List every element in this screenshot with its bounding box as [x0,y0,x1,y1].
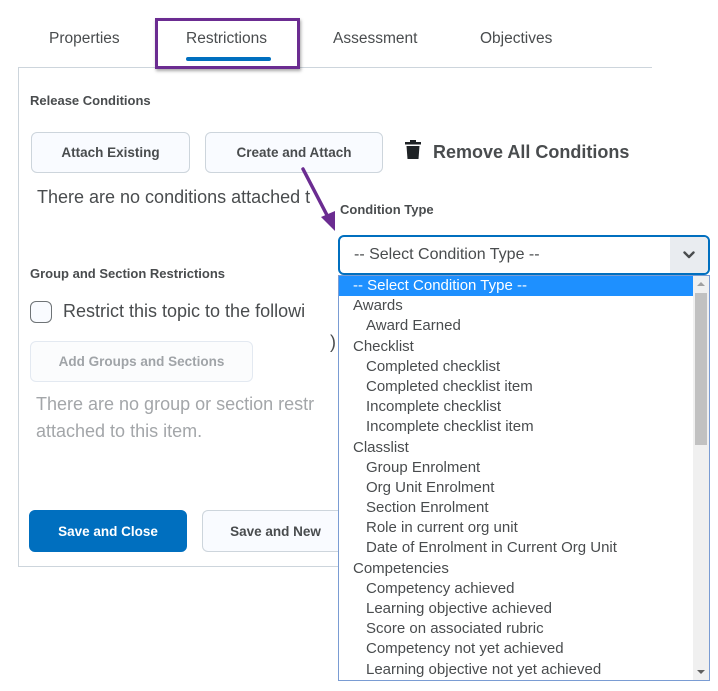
dropdown-option[interactable]: Competency not yet achieved [339,639,709,659]
no-group-restrictions-message-line1: There are no group or section restr [36,394,315,414]
dropdown-option[interactable]: Completed checklist [339,357,709,377]
no-conditions-message: There are no conditions attached t [37,187,311,207]
dropdown-option[interactable]: Role in current org unit [339,518,709,538]
attach-existing-button[interactable]: Attach Existing [31,132,190,173]
dropdown-option[interactable]: Date of Enrolment in Current Org Unit [339,538,709,558]
listbox-scrollbar[interactable] [693,276,709,680]
add-groups-and-sections-button[interactable]: Add Groups and Sections [30,341,253,382]
option-group-label: Classlist [353,438,409,456]
restrict-topic-checkbox[interactable] [30,301,52,323]
tab-objectives[interactable]: Objectives [480,30,552,48]
release-conditions-heading: Release Conditions [30,93,151,108]
remove-all-conditions-label: Remove All Conditions [433,141,630,162]
condition-type-options: -- Select Condition Type -- Awards Award E… [339,276,709,680]
scroll-down-arrow-icon[interactable] [697,670,705,674]
dropdown-option[interactable]: Org Unit Enrolment [339,478,709,498]
save-and-close-button[interactable]: Save and Close [29,510,187,552]
remove-all-conditions-button[interactable]: Remove All Conditions [405,140,629,164]
restrict-topic-label: Restrict this topic to the followi [63,301,306,321]
option-group-label: Awards [353,297,403,315]
scrollbar-thumb[interactable] [695,293,707,445]
trash-icon [405,140,421,164]
tab-properties[interactable]: Properties [49,30,120,48]
dropdown-option[interactable]: Completed checklist item [339,377,709,397]
dropdown-option[interactable]: Score on associated rubric [339,619,709,639]
condition-type-select[interactable]: -- Select Condition Type -- [338,235,710,275]
save-and-new-button[interactable]: Save and New [202,510,348,552]
dropdown-option[interactable]: Learning objective achieved [339,599,709,619]
condition-type-selected-value: -- Select Condition Type -- [354,246,540,263]
chevron-down-icon[interactable] [670,237,708,273]
annotation-highlight-box [155,18,300,69]
tab-assessment[interactable]: Assessment [333,30,417,48]
group-section-restrictions-heading: Group and Section Restrictions [30,266,226,281]
dropdown-option[interactable]: -- Select Condition Type -- [339,276,709,297]
option-group-label: Checklist [353,337,414,355]
dropdown-option[interactable]: Award Earned [339,316,709,336]
dropdown-option[interactable]: Competency achieved [339,579,709,599]
dropdown-option[interactable]: Section Enrolment [339,498,709,518]
dropdown-option[interactable]: Group Enrolment [339,458,709,478]
scroll-up-arrow-icon[interactable] [697,282,705,286]
no-group-restrictions-message-line2: attached to this item. [36,421,203,441]
dropdown-option[interactable]: Learning objective not yet achieved [339,660,709,680]
annotation-arrow-icon [301,167,335,231]
condition-type-listbox[interactable]: -- Select Condition Type -- Awards Award E… [338,275,710,681]
condition-type-label: Condition Type [340,202,434,217]
create-and-attach-button[interactable]: Create and Attach [205,132,383,173]
dropdown-option[interactable]: Incomplete checklist [339,397,709,417]
option-group-label: Competencies [353,559,449,577]
dropdown-option[interactable]: Incomplete checklist item [339,417,709,437]
clipped-text-fragment: ) [330,332,336,352]
